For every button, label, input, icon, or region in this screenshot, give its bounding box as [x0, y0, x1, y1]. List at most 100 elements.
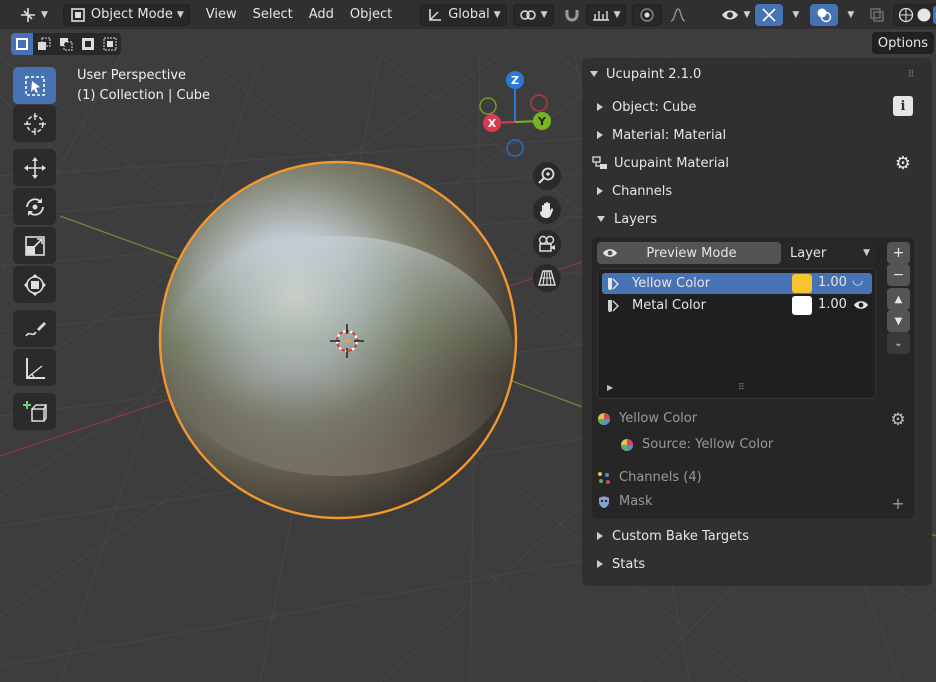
projection-toggle-button[interactable] [533, 264, 561, 292]
layer-row-metal[interactable]: Metal Color 1.00 [602, 295, 872, 316]
add-mask-button[interactable]: + [888, 493, 908, 513]
chevron-down-icon: ▼ [863, 248, 870, 258]
select-intersect-button[interactable] [99, 33, 121, 55]
move-tool[interactable] [13, 149, 56, 186]
panel-header[interactable]: Ucupaint 2.1.0 [590, 61, 701, 87]
channels-dots-icon [598, 471, 610, 484]
select-extend-button[interactable] [33, 33, 55, 55]
source-row[interactable]: Source: Yellow Color [620, 437, 773, 452]
layer-opacity-value[interactable]: 1.00 [818, 297, 847, 312]
material-settings-button[interactable]: ⚙ [893, 153, 913, 174]
visibility-dropdown[interactable]: ▼ [716, 4, 755, 26]
perspective-label: User Perspective [77, 68, 187, 83]
transform-tool[interactable] [13, 266, 56, 303]
select-invert-button[interactable] [77, 33, 99, 55]
select-set-button[interactable] [11, 33, 33, 55]
measure-tool[interactable] [13, 349, 56, 386]
proportional-editing-toggle[interactable] [632, 3, 663, 26]
scale-tool[interactable] [13, 227, 56, 264]
expand-arrow-icon [597, 532, 603, 540]
chevron-down-icon: ▼ [176, 9, 184, 20]
menu-add[interactable]: Add [301, 4, 342, 26]
layer-settings-button[interactable]: ⚙ [888, 410, 908, 430]
zoom-button[interactable] [533, 162, 561, 190]
expand-arrow-icon [597, 103, 603, 111]
custom-bake-row[interactable]: Custom Bake Targets [597, 523, 749, 549]
gizmo-toggle[interactable] [755, 3, 784, 26]
custom-bake-label: Custom Bake Targets [612, 528, 750, 544]
menu-object[interactable]: Object [342, 4, 400, 26]
menu-select[interactable]: Select [245, 4, 301, 26]
add-cube-tool[interactable] [13, 393, 56, 430]
info-button[interactable]: i [893, 96, 913, 116]
list-expand-arrow-icon[interactable]: ▶ [607, 383, 613, 392]
ucupaint-material-label: Ucupaint Material [614, 155, 730, 171]
xray-toggle[interactable] [863, 4, 891, 26]
chevron-down-icon: ▼ [493, 9, 501, 20]
options-button[interactable]: Options [872, 32, 934, 54]
layer-type-dropdown[interactable]: Layer ▼ [782, 242, 876, 264]
overlays-icon [815, 6, 833, 24]
object-label: Object: Cube [612, 99, 697, 115]
active-layer-row[interactable]: Yellow Color [597, 411, 697, 426]
transform-orientation-dropdown[interactable]: Global ▼ [420, 3, 507, 26]
overlays-toggle[interactable] [810, 3, 839, 26]
camera-view-button[interactable] [533, 230, 561, 258]
layer-row-yellow[interactable]: Yellow Color 1.00 ◡ [602, 273, 872, 294]
channels-row[interactable]: Channels [597, 178, 672, 204]
move-layer-down-button[interactable]: ▼ [887, 310, 910, 332]
solid-shading-icon[interactable] [915, 6, 933, 24]
pivot-dropdown[interactable]: ▼ [512, 3, 554, 26]
layer-name[interactable]: Metal Color [632, 298, 706, 313]
cursor-tool[interactable] [13, 105, 56, 142]
remove-layer-button[interactable]: − [887, 264, 910, 286]
layer-specials-button[interactable]: ⌄ [887, 332, 910, 354]
object-mode-icon [69, 6, 87, 24]
gizmo-dropdown[interactable]: ▼ [783, 4, 804, 26]
add-cube-icon [22, 400, 47, 422]
menu-view[interactable]: View [198, 4, 245, 26]
select-subtract-icon [60, 38, 73, 51]
layer-color-swatch[interactable] [792, 274, 812, 293]
editor-type-button[interactable]: ▼ [14, 4, 53, 26]
select-box-tool[interactable] [13, 67, 56, 104]
eye-icon [603, 249, 617, 257]
overlays-dropdown[interactable]: ▼ [838, 4, 859, 26]
layer-color-swatch[interactable] [792, 296, 812, 315]
wireframe-shading-icon[interactable] [897, 6, 915, 24]
annotate-tool[interactable] [13, 310, 56, 347]
eye-icon[interactable] [853, 299, 869, 311]
list-resize-handle-icon[interactable]: ⠿ [738, 383, 745, 393]
eye-closed-icon[interactable]: ◡ [852, 273, 863, 288]
layers-row[interactable]: Layers [597, 206, 657, 232]
object-row[interactable]: Object: Cube [597, 94, 696, 120]
mode-dropdown[interactable]: Object Mode ▼ [62, 3, 190, 26]
color-wheel-icon [621, 438, 633, 451]
layer-channels-row[interactable]: Channels (4) [597, 470, 702, 485]
rotate-tool[interactable] [13, 188, 56, 225]
chevron-down-icon: ▼ [792, 9, 800, 20]
select-subtract-button[interactable] [55, 33, 77, 55]
shading-mode-group [893, 3, 936, 26]
pan-button[interactable] [533, 196, 561, 224]
ucupaint-material-row[interactable]: Ucupaint Material [592, 150, 729, 176]
gear-icon: ⚙ [890, 410, 906, 430]
layer-opacity-value[interactable]: 1.00 [818, 275, 847, 290]
mode-label: Object Mode [90, 7, 173, 22]
layer-name[interactable]: Yellow Color [632, 276, 710, 291]
move-layer-up-button[interactable]: ▲ [887, 288, 910, 310]
gizmo-y-label: Y [537, 115, 547, 128]
snap-target-dropdown[interactable]: ▼ [585, 3, 627, 26]
tool-header [0, 30, 936, 56]
mask-row[interactable]: Mask [597, 494, 652, 509]
material-label: Material: Material [612, 127, 727, 143]
preview-mode-button[interactable]: Preview Mode [597, 242, 781, 264]
mask-icon [599, 496, 609, 508]
material-row[interactable]: Material: Material [597, 122, 726, 148]
drag-handle-icon[interactable]: ⠿ [901, 65, 921, 85]
falloff-dropdown[interactable] [664, 4, 692, 26]
stats-row[interactable]: Stats [597, 551, 645, 577]
snap-toggle[interactable] [558, 4, 586, 26]
hand-icon [540, 202, 554, 218]
add-layer-button[interactable]: + [887, 242, 910, 264]
